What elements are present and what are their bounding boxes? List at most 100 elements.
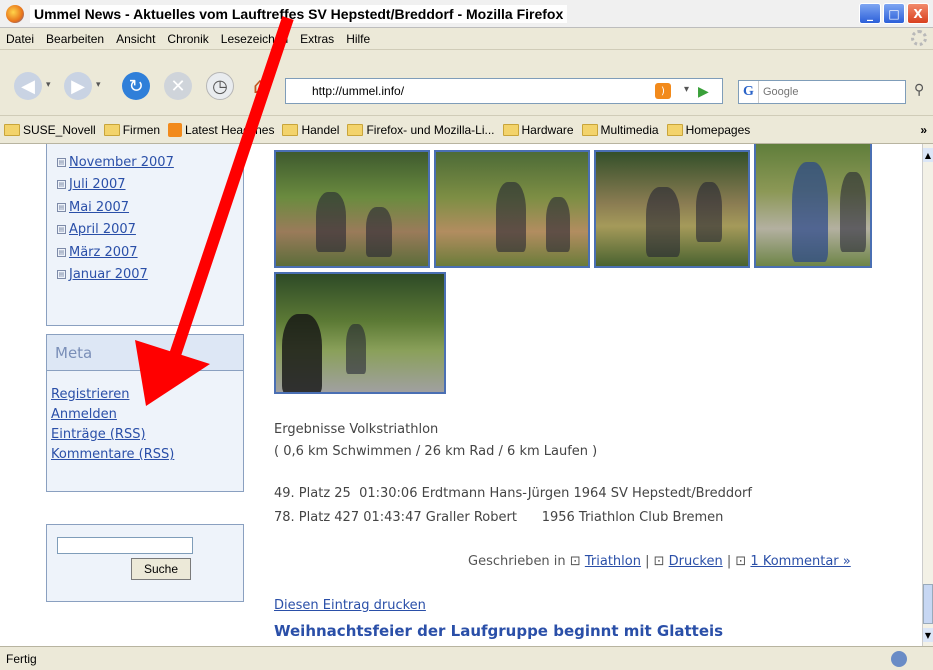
archive-item: ▤ Mai 2007 (57, 196, 243, 219)
history-clock-icon[interactable]: ◷ (206, 72, 234, 100)
sidebar-search-box: Suche (46, 524, 244, 602)
meta-heading: Meta (47, 335, 243, 371)
back-dropdown-icon[interactable]: ▾ (46, 80, 51, 90)
menu-bearbeiten[interactable]: Bearbeiten (46, 32, 104, 46)
bookmark-latest-headlines[interactable]: Latest Headlines (168, 122, 274, 137)
page-content: ▤ November 2007 ▤ Juli 2007 ▤ Mai 2007 ▤ Apr… (8, 144, 922, 646)
rss-feed-icon[interactable]: ) (655, 83, 671, 99)
login-link[interactable]: Anmelden (51, 405, 243, 425)
bookmark-firefox-links[interactable]: Firefox- und Mozilla-Li... (347, 123, 495, 137)
result-line: 49. Platz 25 01:30:06 Erdtmann Hans-Jürg… (274, 486, 752, 501)
status-bar: Fertig (0, 646, 933, 670)
results-title: Ergebnisse Volkstriathlon (274, 422, 439, 437)
photo-figure (316, 192, 346, 252)
scroll-down-icon[interactable]: ▼ (923, 628, 933, 642)
forward-dropdown-icon[interactable]: ▾ (96, 80, 101, 90)
title-bar: Ummel News - Aktuelles vom Lauftreffes S… (0, 0, 933, 28)
photo-thumbnail[interactable] (594, 150, 750, 268)
menu-ansicht[interactable]: Ansicht (116, 32, 155, 46)
menu-datei[interactable]: Datei (6, 32, 34, 46)
comments-rss-link[interactable]: Kommentare (RSS) (51, 445, 243, 465)
photo-thumbnail[interactable] (754, 144, 872, 268)
back-arrow-icon[interactable]: ◀ (14, 72, 42, 100)
photo-thumbnail[interactable] (434, 150, 590, 268)
archive-link[interactable]: November 2007 (69, 155, 174, 170)
url-text: http://ummel.info/ (312, 84, 405, 98)
bookmark-multimedia[interactable]: Multimedia (581, 123, 659, 137)
menu-lesezeichen[interactable]: Lesezeichen (221, 32, 288, 46)
photo-thumbnail[interactable] (274, 272, 446, 394)
search-input[interactable] (759, 86, 905, 98)
bookmarks-overflow-chevron[interactable]: » (920, 123, 927, 137)
next-post-title[interactable]: Weihnachtsfeier der Laufgruppe beginnt m… (274, 622, 723, 640)
result-line: 78. Platz 427 01:43:47 Graller Robert 19… (274, 510, 724, 525)
archive-box: ▤ November 2007 ▤ Juli 2007 ▤ Mai 2007 ▤ Apr… (46, 144, 244, 326)
go-arrow-icon[interactable]: ▶ (698, 84, 709, 100)
archive-bullet-icon: ▤ (57, 157, 66, 167)
photo-thumbnail[interactable] (274, 150, 430, 268)
stop-icon[interactable]: ✕ (164, 72, 192, 100)
bookmark-hardware[interactable]: Hardware (502, 123, 574, 137)
rss-icon (168, 122, 183, 137)
bookmarks-toolbar: SUSE_Novell Firmen Latest Headlines Hand… (0, 116, 933, 144)
menu-chronik[interactable]: Chronik (167, 32, 208, 46)
comments-link[interactable]: 1 Kommentar » (750, 554, 850, 569)
bookmark-homepages[interactable]: Homepages (666, 123, 750, 137)
window-title: Ummel News - Aktuelles vom Lauftreffes S… (30, 4, 568, 23)
archive-item: ▤ Juli 2007 (57, 174, 243, 197)
status-network-icon (891, 651, 907, 667)
posted-prefix: Geschrieben in (468, 554, 566, 569)
folder-icon (103, 123, 120, 136)
search-magnifier-icon[interactable]: ⚲ (914, 82, 924, 98)
archive-link[interactable]: April 2007 (69, 222, 136, 237)
photo-figure (546, 197, 570, 252)
folder-icon (581, 123, 598, 136)
vertical-scrollbar[interactable]: ▲ ▼ (922, 144, 933, 646)
archive-link[interactable]: Januar 2007 (69, 267, 148, 282)
archive-bullet-icon: ▤ (57, 202, 66, 212)
menu-extras[interactable]: Extras (300, 32, 334, 46)
results-subtitle: ( 0,6 km Schwimmen / 26 km Rad / 6 km La… (274, 444, 598, 459)
folder-icon (666, 123, 683, 136)
scroll-up-icon[interactable]: ▲ (923, 148, 933, 162)
url-dropdown-icon[interactable]: ▾ (684, 84, 689, 95)
bookmark-firmen[interactable]: Firmen (103, 123, 160, 137)
forward-arrow-icon[interactable]: ▶ (64, 72, 92, 100)
archive-bullet-icon: ▤ (57, 225, 66, 235)
archive-bullet-icon: ▤ (57, 247, 66, 257)
post-meta: Geschrieben in ⊡ Triathlon | ⊡ Drucken |… (468, 554, 851, 569)
bookmark-handel[interactable]: Handel (282, 123, 339, 137)
print-icon: ⊡ (653, 554, 665, 569)
status-text: Fertig (6, 651, 37, 666)
photo-figure (282, 314, 322, 392)
sidebar-search-input[interactable] (57, 537, 193, 554)
folder-icon (347, 123, 364, 136)
home-icon[interactable]: ⌂ (246, 72, 274, 100)
menu-hilfe[interactable]: Hilfe (346, 32, 370, 46)
archive-bullet-icon: ▤ (57, 270, 66, 280)
archive-link[interactable]: Juli 2007 (69, 177, 126, 192)
comment-icon: ⊡ (735, 554, 747, 569)
firefox-icon (6, 4, 24, 23)
entries-rss-link[interactable]: Einträge (RSS) (51, 425, 243, 445)
archive-link[interactable]: März 2007 (69, 245, 138, 260)
close-button[interactable]: X (907, 3, 929, 24)
print-entry-link[interactable]: Diesen Eintrag drucken (274, 598, 426, 613)
window-controls: _ □ X (859, 3, 929, 24)
category-link[interactable]: Triathlon (585, 554, 641, 569)
category-icon: ⊡ (569, 554, 581, 569)
minimize-button[interactable]: _ (859, 3, 881, 24)
folder-icon (4, 123, 20, 136)
menu-bar: Datei Bearbeiten Ansicht Chronik Lesezei… (0, 28, 933, 50)
folder-icon (282, 123, 299, 136)
archive-link[interactable]: Mai 2007 (69, 200, 129, 215)
print-link[interactable]: Drucken (669, 554, 723, 569)
meta-box: Meta Registrieren Anmelden Einträge (RSS… (46, 334, 244, 492)
search-engine-google-icon[interactable]: G (739, 81, 759, 103)
register-link[interactable]: Registrieren (51, 385, 243, 405)
maximize-button[interactable]: □ (883, 3, 905, 24)
scroll-thumb[interactable] (923, 584, 933, 624)
reload-icon[interactable]: ↻ (122, 72, 150, 100)
sidebar-search-button[interactable]: Suche (131, 558, 191, 580)
bookmark-suse-novell[interactable]: SUSE_Novell (4, 123, 96, 137)
